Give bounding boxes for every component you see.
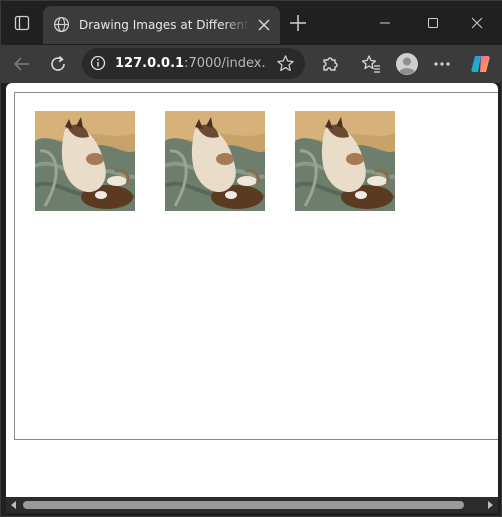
maximize-icon[interactable]: [421, 11, 445, 35]
close-icon[interactable]: [257, 18, 271, 32]
plus-icon[interactable]: [288, 13, 308, 33]
cat-image-1: [35, 111, 135, 211]
copilot-icon[interactable]: [469, 52, 493, 76]
browser-window: Drawing Images at Different Coordinates: [0, 0, 502, 517]
tab-actions-icon[interactable]: [8, 11, 36, 35]
star-icon[interactable]: [276, 54, 295, 73]
url-path: :7000/index.h...: [184, 56, 265, 71]
globe-icon: [53, 16, 70, 33]
browser-tab[interactable]: Drawing Images at Different Coordinates: [43, 6, 280, 44]
profile-icon[interactable]: [394, 51, 420, 77]
tab-title: Drawing Images at Different Coordinates: [79, 18, 249, 32]
horizontal-scrollbar[interactable]: [6, 497, 498, 513]
info-icon[interactable]: [90, 55, 106, 71]
window-close-icon[interactable]: [465, 11, 489, 35]
back-arrow-icon[interactable]: [11, 53, 33, 75]
cat-image-3: [295, 111, 395, 211]
reload-icon[interactable]: [47, 53, 69, 75]
favorites-icon[interactable]: [360, 53, 382, 75]
scroll-left-icon[interactable]: [9, 500, 19, 510]
cat-image-2: [165, 111, 265, 211]
page-viewport: [6, 83, 498, 497]
address-bar[interactable]: 127.0.0.1:7000/index.h...: [82, 48, 305, 79]
puzzle-icon[interactable]: [319, 53, 341, 75]
tab-bar: Drawing Images at Different Coordinates: [1, 1, 502, 45]
navigation-toolbar: 127.0.0.1:7000/index.h...: [1, 45, 502, 83]
url-text[interactable]: 127.0.0.1:7000/index.h...: [115, 54, 265, 73]
url-host: 127.0.0.1: [115, 56, 185, 71]
more-icon[interactable]: [431, 53, 453, 75]
scrollbar-thumb[interactable]: [23, 501, 464, 509]
scroll-right-icon[interactable]: [485, 500, 495, 510]
minimize-icon[interactable]: [373, 11, 397, 35]
